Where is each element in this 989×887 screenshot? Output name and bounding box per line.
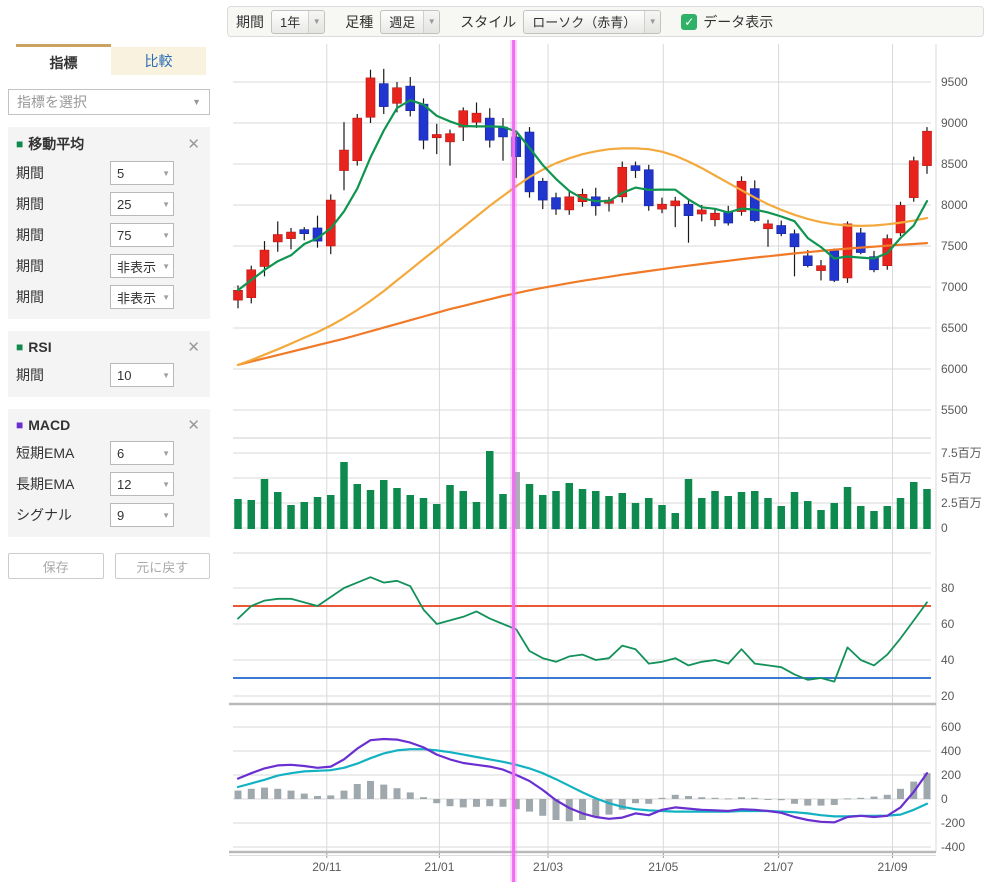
macd-longema-row: 長期EMA 12▼	[16, 472, 202, 496]
svg-text:7000: 7000	[941, 280, 968, 294]
ma-period-row: 期間 非表示▼	[16, 254, 202, 278]
rsi-color-swatch: ■	[16, 341, 23, 353]
macd-longema-select[interactable]: 12▼	[110, 472, 174, 496]
close-icon[interactable]: ✕	[185, 338, 202, 356]
macd-signal-select[interactable]: 9▼	[110, 503, 174, 527]
ma-period5-select[interactable]: 非表示▼	[110, 285, 174, 309]
svg-text:400: 400	[941, 744, 961, 758]
svg-text:200: 200	[941, 768, 961, 782]
tab-indicators[interactable]: 指標	[16, 44, 111, 78]
svg-text:21/07: 21/07	[764, 860, 794, 874]
chevron-down-icon: ▼	[162, 449, 173, 458]
ma-period2-select[interactable]: 25▼	[110, 192, 174, 216]
ma-color-swatch: ■	[16, 138, 23, 150]
chevron-down-icon: ▼	[162, 480, 173, 489]
svg-text:0: 0	[941, 792, 948, 806]
chart-svg[interactable]: 20/11 21/01 21/03 21/05 21/07 21/09 9500 9000 85…	[225, 40, 989, 882]
style-dropdown[interactable]: ローソク（赤青） ▼	[523, 10, 661, 34]
svg-text:21/09: 21/09	[878, 860, 908, 874]
ma-period-row: 期間 非表示▼	[16, 285, 202, 309]
ma-period3-select[interactable]: 75▼	[110, 223, 174, 247]
toolbar-panel: 期間 1年 ▼ 足種 週足 ▼ スタイル ローソク（赤青） ▼ ✓ データ表示	[227, 6, 984, 37]
macd-signal-row: シグナル 9▼	[16, 503, 202, 527]
svg-text:2.5百万: 2.5百万	[941, 496, 982, 510]
chevron-down-icon[interactable]: ▼	[644, 11, 660, 33]
svg-text:20: 20	[941, 689, 955, 703]
macd-color-swatch: ■	[16, 419, 23, 431]
ma-period-row: 期間 75▼	[16, 223, 202, 247]
svg-text:21/05: 21/05	[648, 860, 678, 874]
chevron-down-icon: ▼	[162, 511, 173, 520]
indicator-select[interactable]: 指標を選択 ▼	[8, 89, 210, 115]
ma-period4-select[interactable]: 非表示▼	[110, 254, 174, 278]
panel-macd: ■ MACD ✕ 短期EMA 6▼ 長期EMA 12▼ シグナル 9▼	[8, 409, 210, 537]
ma-period1-select[interactable]: 5▼	[110, 161, 174, 185]
svg-text:7.5百万: 7.5百万	[941, 446, 982, 460]
chevron-down-icon: ▼	[162, 371, 173, 380]
period-dropdown[interactable]: 1年 ▼	[271, 10, 325, 34]
data-display-label: データ表示	[703, 12, 773, 32]
tab-compare[interactable]: 比較	[111, 47, 206, 75]
chart-toolbar: 期間 1年 ▼ 足種 週足 ▼ スタイル ローソク（赤青） ▼ ✓ データ表示	[225, 0, 989, 40]
bartype-label: 足種	[345, 12, 373, 32]
chevron-down-icon: ▼	[162, 200, 173, 209]
bartype-dropdown[interactable]: 週足 ▼	[380, 10, 440, 34]
sidebar-tabs: 指標 比較	[16, 44, 206, 78]
data-display-checkbox[interactable]: ✓	[681, 14, 697, 30]
panel-title: 移動平均	[28, 134, 84, 154]
svg-text:0: 0	[941, 521, 948, 535]
period-label: 期間	[236, 12, 264, 32]
svg-text:6500: 6500	[941, 321, 968, 335]
chevron-down-icon: ▼	[162, 262, 173, 271]
svg-text:600: 600	[941, 720, 961, 734]
chart-area[interactable]: 20/11 21/01 21/03 21/05 21/07 21/09 9500 9000 85…	[225, 40, 989, 882]
svg-text:60: 60	[941, 617, 955, 631]
rsi-period-row: 期間 10▼	[16, 363, 202, 387]
chevron-down-icon: ▼	[162, 293, 173, 302]
panel-title: RSI	[28, 339, 51, 355]
svg-text:21/01: 21/01	[424, 860, 454, 874]
save-button[interactable]: 保存	[8, 553, 104, 579]
svg-text:40: 40	[941, 653, 955, 667]
svg-text:9000: 9000	[941, 116, 968, 130]
svg-text:5500: 5500	[941, 403, 968, 417]
close-icon[interactable]: ✕	[185, 416, 202, 434]
ma-period-row: 期間 5▼	[16, 161, 202, 185]
svg-text:-200: -200	[941, 816, 965, 830]
chevron-down-icon: ▼	[192, 97, 201, 107]
indicator-select-placeholder: 指標を選択	[17, 92, 87, 112]
panel-rsi: ■ RSI ✕ 期間 10▼	[8, 331, 210, 397]
svg-text:80: 80	[941, 581, 955, 595]
svg-text:5百万: 5百万	[941, 471, 972, 485]
svg-text:9500: 9500	[941, 75, 968, 89]
reset-button[interactable]: 元に戻す	[115, 553, 211, 579]
macd-shortema-row: 短期EMA 6▼	[16, 441, 202, 465]
ma-period-row: 期間 25▼	[16, 192, 202, 216]
check-icon: ✓	[684, 15, 694, 29]
style-label: スタイル	[460, 12, 516, 32]
indicator-sidebar: 指標 比較 指標を選択 ▼ ■ 移動平均 ✕ 期間 5▼ 期間 25▼ 期間 7…	[0, 44, 218, 579]
chevron-down-icon[interactable]: ▼	[308, 11, 324, 33]
close-icon[interactable]: ✕	[185, 135, 202, 153]
panel-moving-average: ■ 移動平均 ✕ 期間 5▼ 期間 25▼ 期間 75▼ 期間 非表示▼ 期間 …	[8, 127, 210, 319]
svg-text:8500: 8500	[941, 157, 968, 171]
chevron-down-icon: ▼	[162, 169, 173, 178]
svg-text:7500: 7500	[941, 239, 968, 253]
svg-text:21/03: 21/03	[533, 860, 563, 874]
svg-text:8000: 8000	[941, 198, 968, 212]
macd-shortema-select[interactable]: 6▼	[110, 441, 174, 465]
svg-text:6000: 6000	[941, 362, 968, 376]
chevron-down-icon: ▼	[162, 231, 173, 240]
svg-text:-400: -400	[941, 840, 965, 854]
svg-text:20/11: 20/11	[312, 860, 341, 874]
chevron-down-icon[interactable]: ▼	[423, 11, 439, 33]
rsi-period-select[interactable]: 10▼	[110, 363, 174, 387]
panel-title: MACD	[28, 417, 70, 433]
